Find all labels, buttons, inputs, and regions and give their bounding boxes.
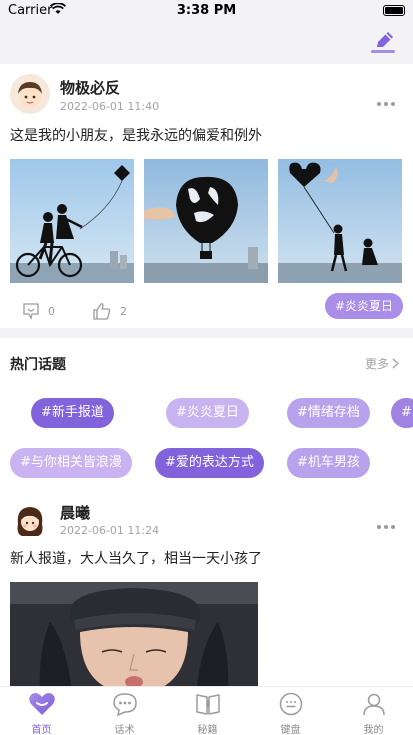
more-options-icon[interactable] [377, 91, 399, 106]
post-content: 新人报道，大人当久了，相当一天小孩了 [10, 551, 262, 567]
topic-badge[interactable]: #炎炎夏日 [324, 293, 403, 319]
tab-guide[interactable]: 秘籍 [166, 687, 249, 735]
heart-icon [28, 693, 55, 715]
keyboard-icon [279, 692, 302, 716]
username[interactable]: 晨曦 [60, 502, 90, 523]
tab-label: 我的 [363, 725, 384, 735]
tab-label: 首页 [31, 725, 52, 735]
tab-label: 键盘 [280, 725, 301, 735]
tab-label: 话术 [114, 725, 135, 735]
more-label: 更多 [364, 357, 389, 371]
avatar[interactable] [10, 500, 50, 540]
comment-count: 0 [48, 304, 55, 318]
tab-home[interactable]: 首页 [0, 687, 83, 735]
boy-avatar-icon [18, 82, 42, 108]
username[interactable]: 物极必反 [60, 77, 120, 98]
topic-chip[interactable]: #爱的表达方式 [155, 448, 264, 478]
book-icon [195, 694, 220, 715]
battery-icon [383, 5, 405, 16]
tab-keyboard[interactable]: 键盘 [249, 687, 332, 735]
post-image[interactable] [10, 159, 134, 283]
post-image[interactable] [144, 159, 268, 283]
hot-topics-section: 热门话题 更多 #新手报道 #炎炎夏日 #情绪存档 # #与你相关皆浪漫 #爱的… [0, 338, 413, 486]
tab-phrases[interactable]: 话术 [83, 687, 166, 735]
compose-button[interactable] [369, 30, 397, 56]
avatar[interactable] [10, 74, 50, 114]
post-timestamp: 2022-06-01 11:40 [60, 100, 160, 113]
balloon-image [144, 159, 268, 283]
post-image[interactable] [278, 159, 402, 283]
post-timestamp: 2022-06-01 11:24 [60, 524, 160, 537]
chat-icon [112, 693, 137, 716]
comment-icon [23, 303, 39, 320]
post-card[interactable]: 物极必反 2022-06-01 11:40 这是我的小朋友，是我永远的偏爱和例外 [0, 64, 413, 328]
topic-chip[interactable]: #机车男孩 [287, 448, 370, 478]
nav-bar [0, 22, 413, 64]
like-count: 2 [120, 304, 127, 318]
topic-chip[interactable]: #炎炎夏日 [166, 398, 249, 428]
status-bar: Carrier 3:38 PM [0, 0, 413, 22]
profile-icon [362, 693, 385, 716]
chevron-right-icon [392, 358, 399, 369]
tab-label: 秘籍 [197, 725, 218, 735]
girl-avatar-icon [17, 507, 43, 536]
more-link[interactable]: 更多 [365, 355, 399, 372]
post-content: 这是我的小朋友，是我永远的偏爱和例外 [10, 128, 262, 144]
tab-bar: 首页 话术 秘籍 键盘 我的 [0, 686, 413, 735]
topic-chip[interactable]: #情绪存档 [287, 398, 370, 428]
selfie-image [10, 582, 258, 686]
heart-balloon-image [278, 159, 402, 283]
comment-button[interactable]: 0 [22, 300, 55, 322]
post-card[interactable]: 晨曦 2022-06-01 11:24 新人报道，大人当久了，相当一天小孩了 [0, 486, 413, 686]
post-image[interactable] [10, 582, 258, 686]
like-button[interactable]: 2 [92, 300, 127, 322]
section-title: 热门话题 [10, 357, 66, 373]
topic-chip[interactable]: # [391, 398, 413, 428]
clock: 3:38 PM [176, 3, 237, 18]
thumbs-up-icon [93, 303, 111, 320]
topic-chip[interactable]: #新手报道 [31, 398, 114, 428]
bicycle-couple-image [10, 159, 134, 283]
topic-chip[interactable]: #与你相关皆浪漫 [10, 448, 132, 478]
more-options-icon[interactable] [377, 514, 399, 529]
tab-profile[interactable]: 我的 [332, 687, 413, 735]
